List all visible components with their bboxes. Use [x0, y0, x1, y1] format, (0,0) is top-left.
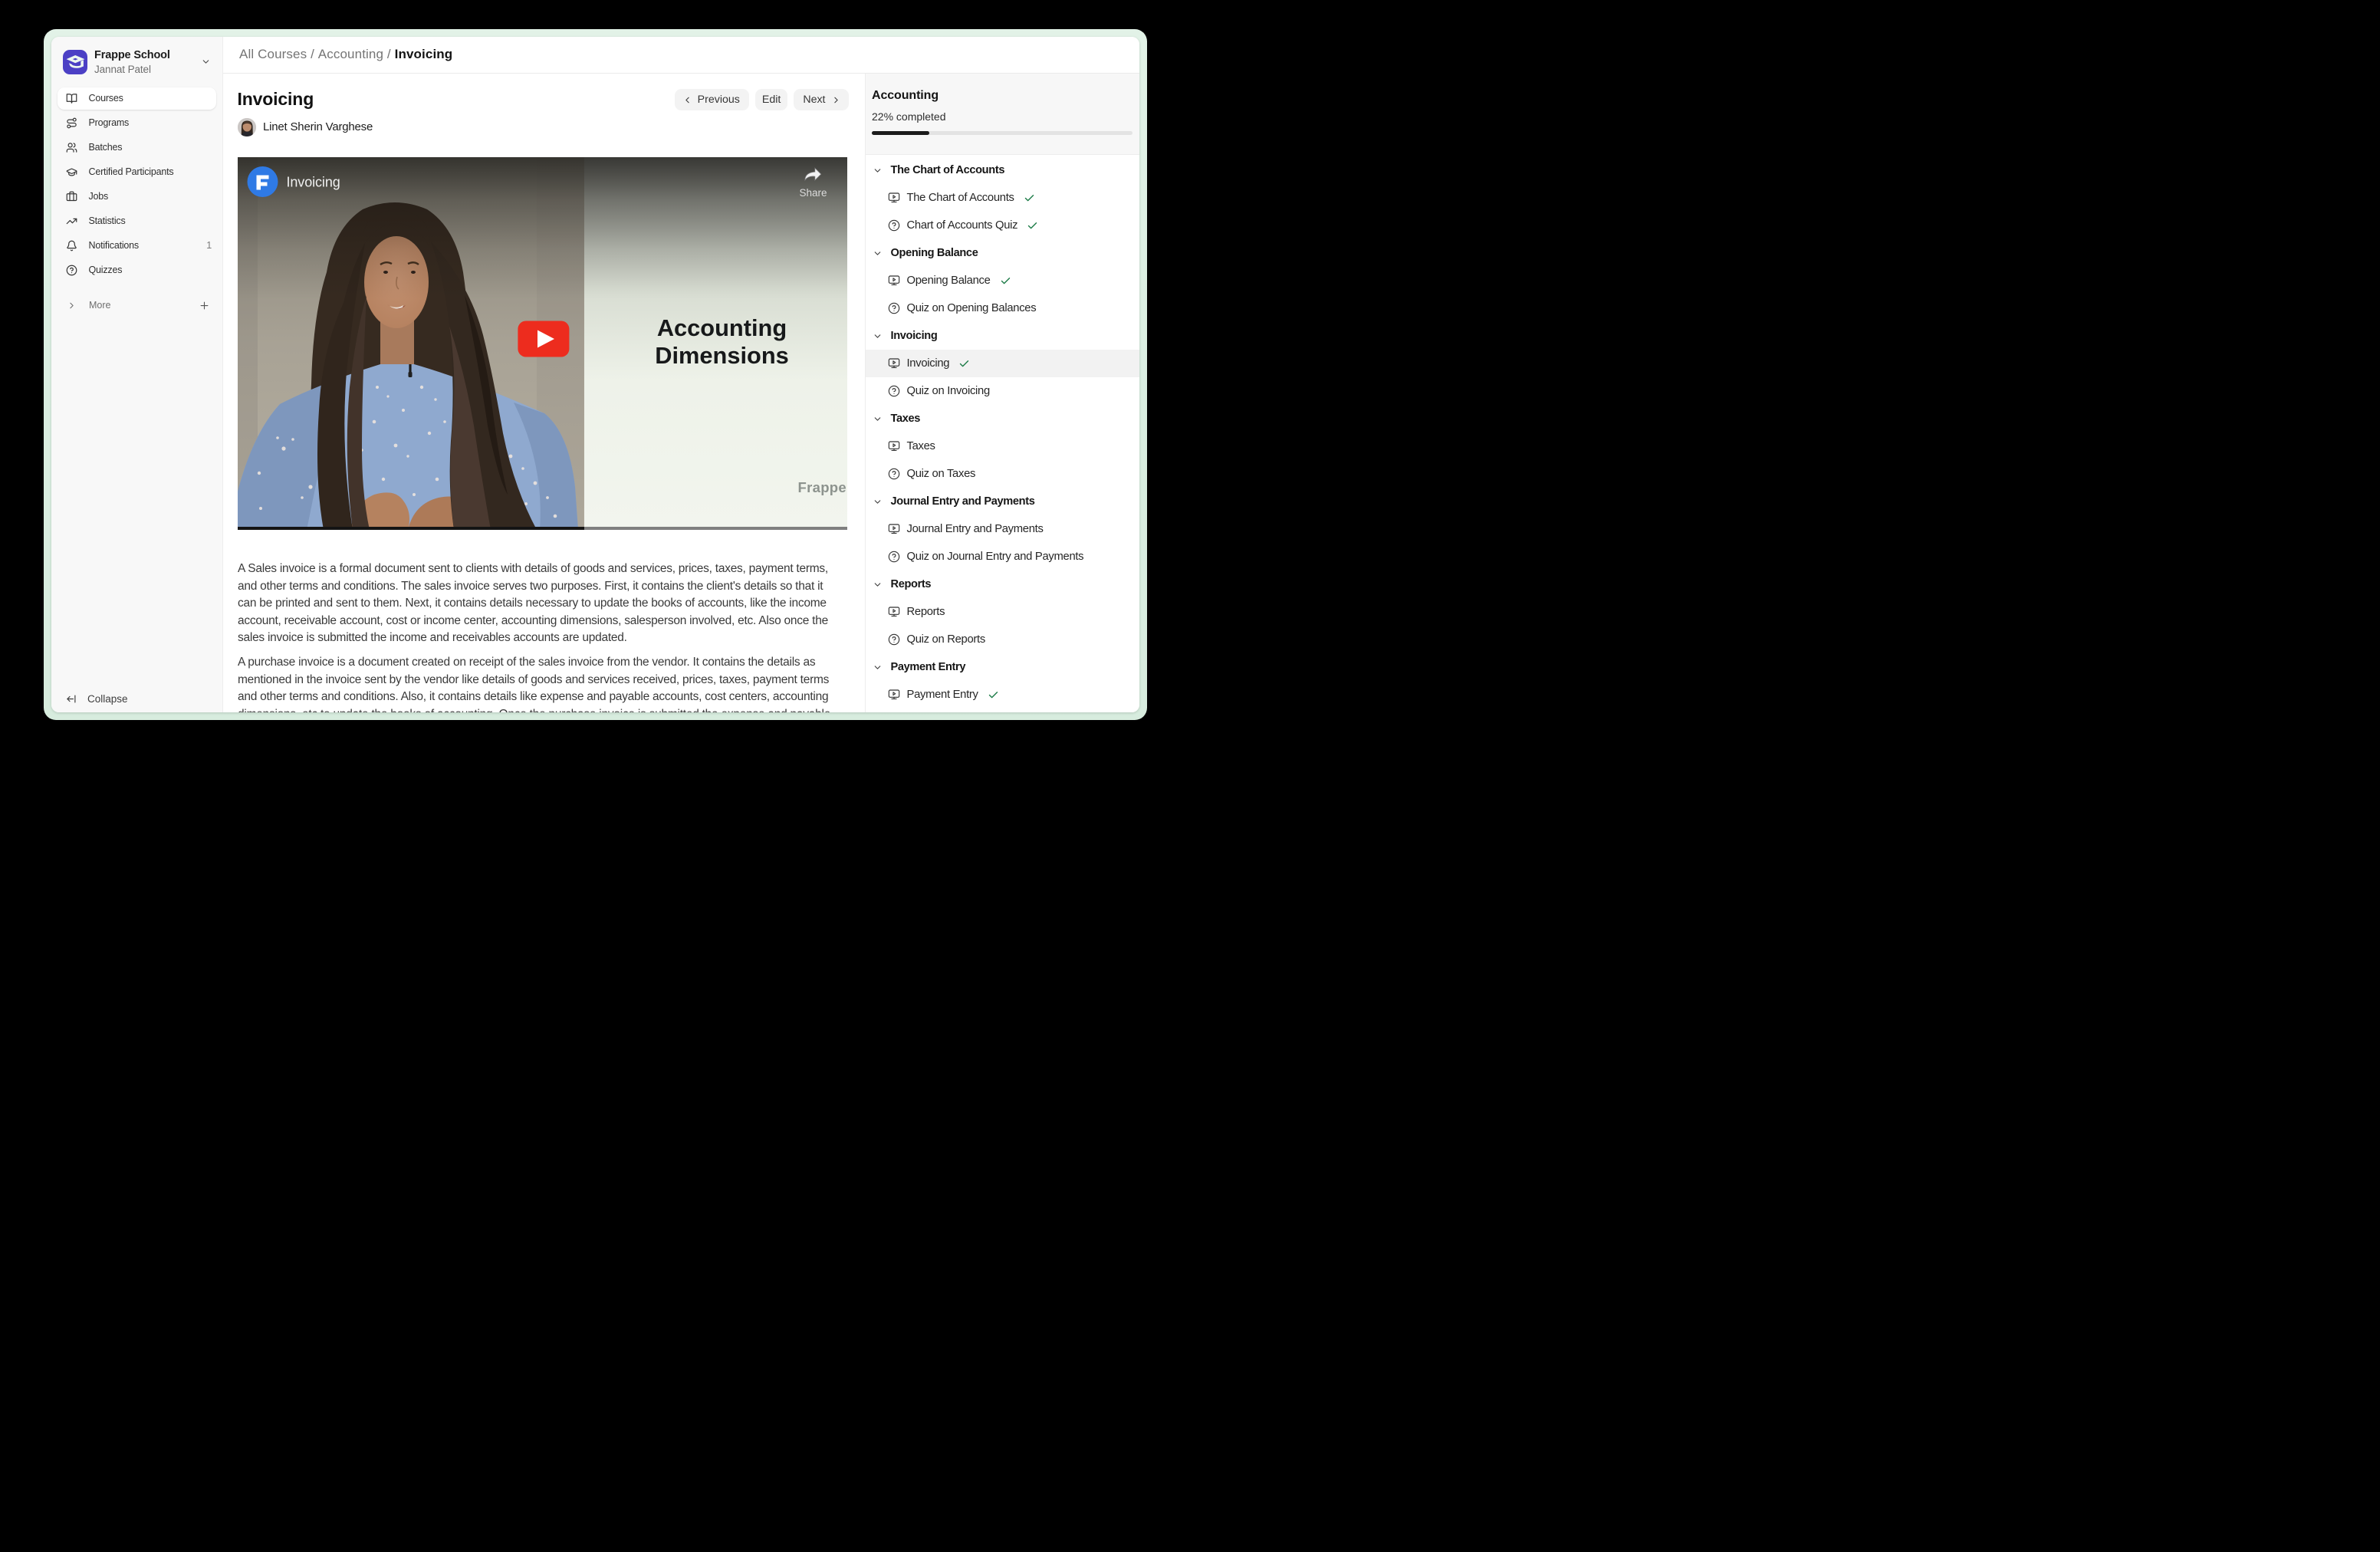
- svg-text:Share: Share: [799, 187, 827, 199]
- svg-text:Frappe: Frappe: [797, 479, 846, 495]
- svg-text:Dimensions: Dimensions: [655, 342, 789, 369]
- svg-text:Accounting: Accounting: [656, 314, 786, 341]
- svg-text:Invoicing: Invoicing: [286, 174, 340, 189]
